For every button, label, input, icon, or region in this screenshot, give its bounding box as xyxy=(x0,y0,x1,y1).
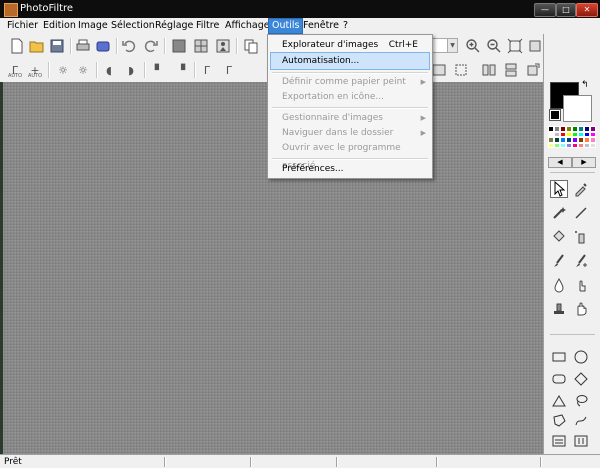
save-icon[interactable] xyxy=(48,37,66,55)
color-picker-icon[interactable] xyxy=(572,180,590,198)
zoom-combo[interactable]: ▼ xyxy=(432,38,458,53)
brightness-plus-icon[interactable]: ☼ xyxy=(74,61,92,79)
menu-image[interactable]: Image xyxy=(75,18,111,34)
magic-wand-icon[interactable] xyxy=(550,204,568,222)
open-folder-icon[interactable] xyxy=(28,37,46,55)
zoom-out-icon[interactable] xyxy=(485,37,503,55)
close-button[interactable]: ✕ xyxy=(576,3,598,17)
saturation-plus-icon[interactable]: ▝ xyxy=(172,61,190,79)
freehand-shape-icon[interactable] xyxy=(572,412,590,430)
minimize-button[interactable]: — xyxy=(534,3,556,17)
menu-affichage[interactable]: Affichage xyxy=(222,18,273,34)
ellipse-shape-icon[interactable] xyxy=(572,348,590,366)
smudge-finger-icon[interactable] xyxy=(572,276,590,294)
gamma-plus-icon[interactable]: Γ xyxy=(220,61,238,79)
scan-icon[interactable] xyxy=(94,37,112,55)
horizontal-text-selection-icon[interactable] xyxy=(550,432,568,450)
brush-icon[interactable] xyxy=(550,252,568,270)
line-icon[interactable] xyxy=(572,204,590,222)
actual-size-icon[interactable] xyxy=(526,37,544,55)
outils-dropdown-menu: Explorateur d'images Ctrl+E Automatisatio… xyxy=(267,34,433,179)
status-text: Prêt xyxy=(4,457,22,467)
contrast-plus-icon[interactable]: ◗ xyxy=(122,61,140,79)
gamma-minus-icon[interactable]: Γ xyxy=(198,61,216,79)
rounded-rectangle-shape-icon[interactable] xyxy=(550,370,568,388)
flip-vertical-icon[interactable] xyxy=(502,61,520,79)
auto-levels-icon[interactable]: Γ AUTO xyxy=(6,61,24,79)
background-color-swatch[interactable] xyxy=(563,95,592,122)
image-fill-icon[interactable] xyxy=(170,37,188,55)
menu-item-ouvrir-programme[interactable]: Ouvrir avec le programme associé xyxy=(270,139,430,171)
brightness-minus-icon[interactable]: ☼ xyxy=(54,61,72,79)
menu-item-preferences[interactable]: Préférences... xyxy=(270,160,430,178)
transform-icon[interactable] xyxy=(452,61,470,79)
window-title: PhotoFiltre xyxy=(20,3,74,14)
vertical-text-selection-icon[interactable] xyxy=(572,432,590,450)
menu-selection[interactable]: Sélection xyxy=(108,18,158,34)
menu-help[interactable]: ? xyxy=(340,18,351,34)
advanced-brush-icon[interactable] xyxy=(572,252,590,270)
palette-prev-button[interactable]: ◀ xyxy=(548,157,572,168)
copy-icon[interactable] xyxy=(242,37,260,55)
maximize-button[interactable]: □ xyxy=(556,3,576,17)
blur-drop-icon[interactable] xyxy=(550,276,568,294)
rotate-icon[interactable] xyxy=(524,61,542,79)
fit-window-icon[interactable] xyxy=(506,37,524,55)
status-bar: Prêt xyxy=(0,454,600,468)
menu-item-automatisation[interactable]: Automatisation... xyxy=(270,52,430,70)
palette-next-button[interactable]: ▶ xyxy=(572,157,596,168)
triangle-shape-icon[interactable] xyxy=(550,392,568,410)
image-person-icon[interactable] xyxy=(214,37,232,55)
lasso-icon[interactable] xyxy=(572,392,590,410)
image-grid-icon[interactable] xyxy=(192,37,210,55)
hand-scroll-icon[interactable] xyxy=(572,300,590,318)
title-bar: PhotoFiltre — □ ✕ xyxy=(0,0,600,18)
selection-pointer-icon[interactable] xyxy=(550,180,568,198)
menu-filtre[interactable]: Filtre xyxy=(193,18,222,34)
menu-fichier[interactable]: Fichier xyxy=(4,18,41,34)
polygon-lasso-icon[interactable] xyxy=(550,412,568,430)
new-file-icon[interactable] xyxy=(8,37,26,55)
fill-bucket-icon[interactable] xyxy=(550,228,568,246)
diamond-shape-icon[interactable] xyxy=(572,370,590,388)
flip-horizontal-icon[interactable] xyxy=(480,61,498,79)
swap-colors-icon[interactable]: ↰ xyxy=(581,80,589,90)
menu-item-exportation-icone[interactable]: Exportation en icône... xyxy=(270,88,430,106)
saturation-minus-icon[interactable]: ▘ xyxy=(150,61,168,79)
chevron-down-icon[interactable]: ▼ xyxy=(447,39,457,52)
spray-icon[interactable] xyxy=(572,228,590,246)
menu-edition[interactable]: Edition xyxy=(40,18,79,34)
redo-icon[interactable] xyxy=(142,37,160,55)
reset-colors-icon[interactable] xyxy=(549,109,561,121)
menu-fenetre[interactable]: Fenêtre xyxy=(300,18,342,34)
palette-swatch[interactable] xyxy=(590,142,596,148)
rectangle-shape-icon[interactable] xyxy=(550,348,568,366)
photofiltre-app-icon xyxy=(4,3,18,17)
menu-reglage[interactable]: Réglage xyxy=(152,18,196,34)
clone-stamp-icon[interactable] xyxy=(550,300,568,318)
menu-outils[interactable]: Outils xyxy=(268,18,304,34)
undo-icon[interactable] xyxy=(120,37,138,55)
zoom-in-icon[interactable] xyxy=(464,37,482,55)
print-icon[interactable] xyxy=(74,37,92,55)
menu-bar: Fichier Edition Image Sélection Réglage … xyxy=(0,18,600,35)
tool-panel: ↰ ◀ ▶ xyxy=(543,34,600,454)
contrast-minus-icon[interactable]: ◖ xyxy=(100,61,118,79)
auto-contrast-icon[interactable]: + AUTO xyxy=(26,61,44,79)
